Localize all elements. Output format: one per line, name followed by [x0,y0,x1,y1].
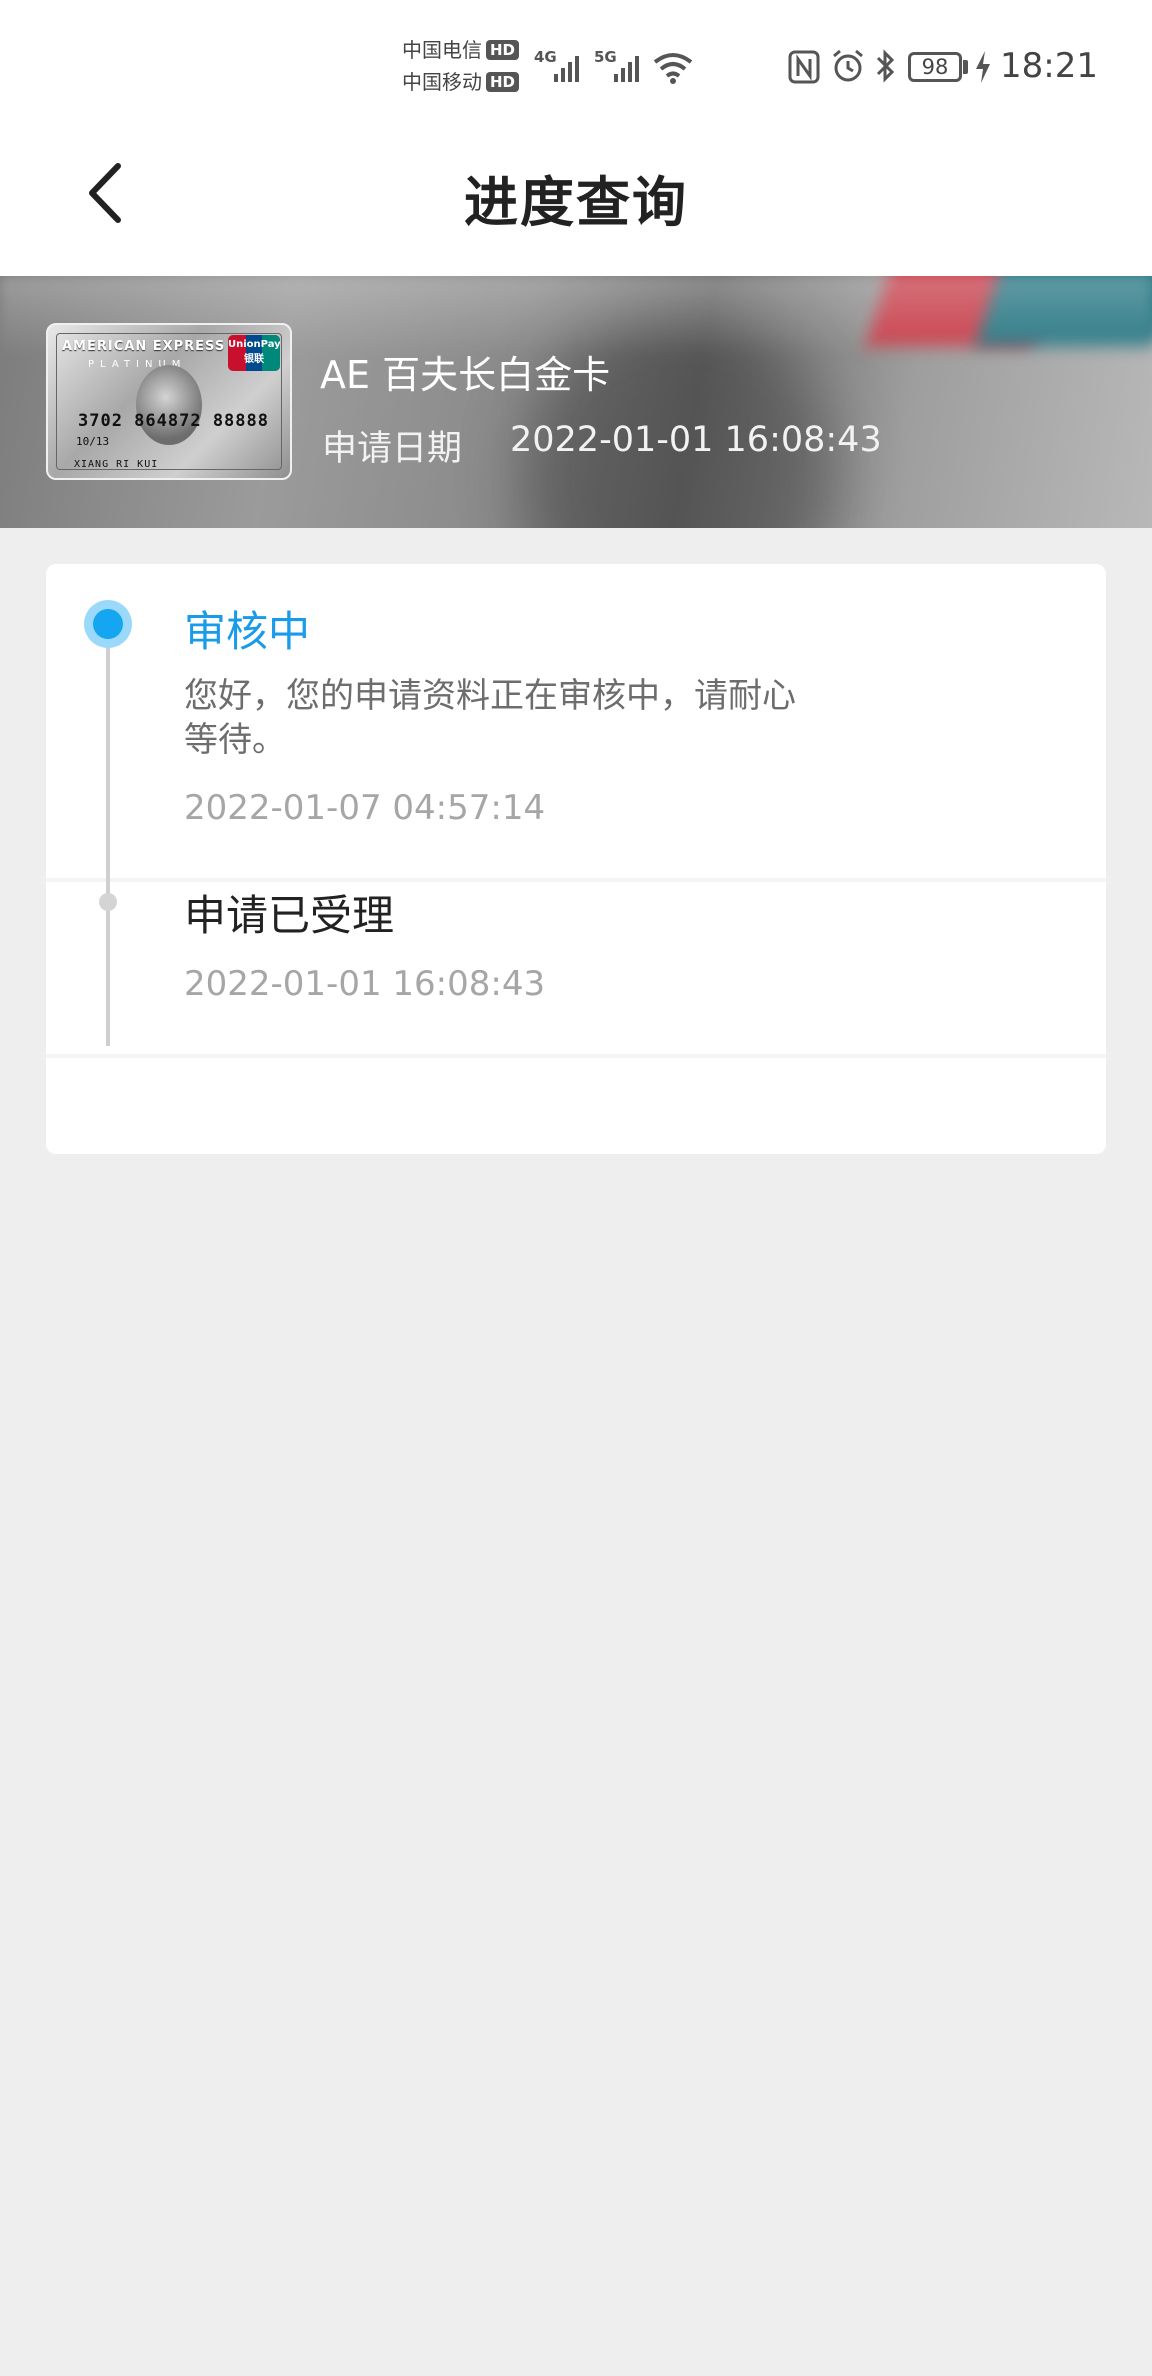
signal-icon-2 [614,56,639,82]
nfc-icon [788,50,820,84]
page-title: 进度查询 [464,171,688,234]
apply-date-label: 申请日期 [322,429,463,469]
carrier-1: 中国电信 HD [402,34,520,66]
divider [46,1054,1106,1058]
apply-date-value: 2022-01-01 16:08:43 [510,420,882,460]
carrier-2: 中国移动 HD [402,66,520,98]
timeline-step-description: 您好，您的申请资料正在审核中，请耐心等待。 [184,676,796,760]
wifi-icon [653,53,693,84]
card-portrait [136,365,202,445]
charging-icon [976,51,990,83]
unionpay-logo: UnionPay 银联 [228,335,280,371]
card-title: AE 百夫长白金卡 [320,353,611,397]
card-expiry: 10/13 [76,435,110,448]
status-time: 18:21 [1000,46,1098,86]
card-image: AMERICAN EXPRESS PLATINUM UnionPay 银联 37… [46,323,292,480]
signal-icon [554,56,579,82]
carrier-1-label: 中国电信 [402,38,482,62]
timeline-line [106,640,110,1046]
timeline-step-title: 申请已受理 [184,891,395,940]
timeline-dot-active [93,609,123,639]
hd-badge-2: HD [486,72,520,92]
card-brand-text: AMERICAN EXPRESS [62,339,226,354]
battery-tip [963,60,968,74]
timeline-step-time: 2022-01-07 04:57:14 [184,788,546,828]
timeline-step-time: 2022-01-01 16:08:43 [184,964,546,1004]
battery-icon: 98 [908,52,962,82]
carrier-2-label: 中国移动 [402,70,482,94]
unionpay-logo-text: UnionPay 银联 [228,339,280,365]
bluetooth-icon [876,49,895,83]
timeline-dot [99,893,117,911]
hd-badge-1: HD [486,40,520,60]
card-number: 3702 864872 88888 [78,411,269,431]
card-holder-name: XIANG RI KUI [74,459,159,470]
timeline-step-title: 审核中 [184,607,311,656]
alarm-icon [833,49,863,82]
